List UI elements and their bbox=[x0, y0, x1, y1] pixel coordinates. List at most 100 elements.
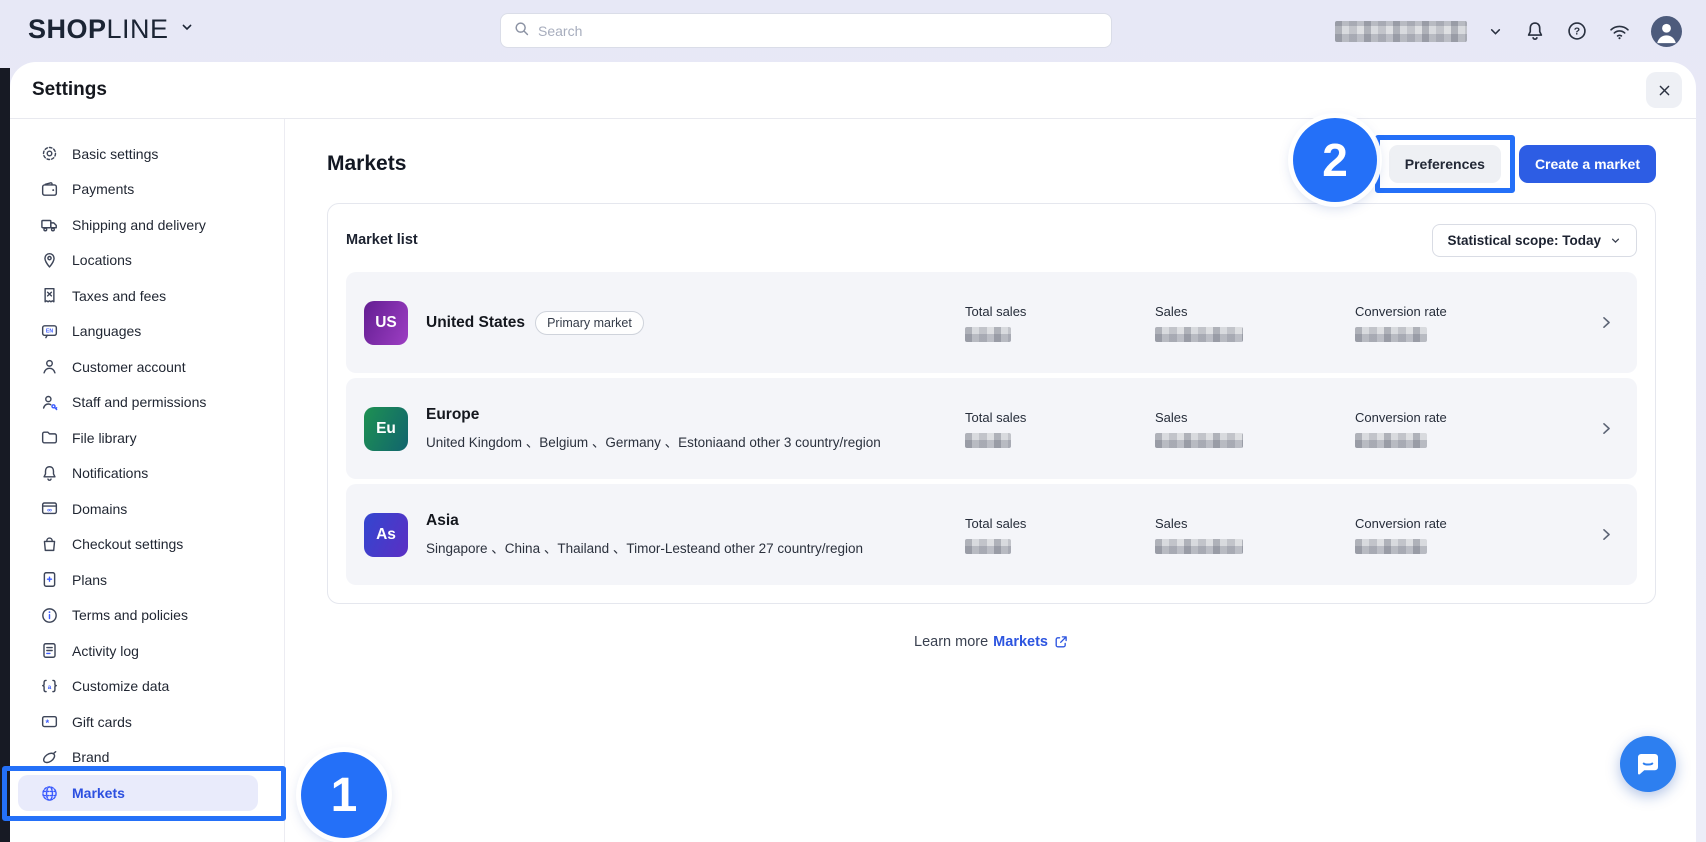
markets-content: Markets Preferences Create a market Mark… bbox=[285, 119, 1696, 842]
chat-launcher-button[interactable] bbox=[1620, 736, 1676, 792]
search-input[interactable] bbox=[538, 23, 1099, 39]
sidebar-item-checkout-settings[interactable]: Checkout settings bbox=[10, 527, 284, 563]
page-title: Settings bbox=[32, 79, 107, 101]
domain-icon: ∞ bbox=[40, 499, 59, 518]
markets-docs-link[interactable]: Markets bbox=[993, 634, 1069, 650]
receipt-icon bbox=[40, 286, 59, 305]
market-row-united-states[interactable]: US United States Primary market Total sales… bbox=[346, 272, 1637, 373]
sidebar-item-locations[interactable]: Locations bbox=[10, 243, 284, 279]
sidebar-item-label: Taxes and fees bbox=[72, 288, 166, 304]
stat-conversion-rate: Conversion rate bbox=[1355, 410, 1570, 448]
market-name: United States bbox=[426, 314, 525, 332]
sidebar-item-staff-and-permissions[interactable]: Staff and permissions bbox=[10, 385, 284, 421]
market-name: Asia bbox=[426, 512, 459, 530]
shopline-logo[interactable]: SHOPLINE bbox=[28, 14, 195, 45]
step-1-badge: 1 bbox=[301, 752, 387, 838]
account-chevron-down-icon[interactable] bbox=[1487, 23, 1504, 40]
sidebar-item-label: Activity log bbox=[72, 643, 139, 659]
step-2-badge: 2 bbox=[1293, 118, 1377, 202]
sidebar-item-terms-and-policies[interactable]: Terms and policies bbox=[10, 598, 284, 634]
sidebar-item-file-library[interactable]: File library bbox=[10, 420, 284, 456]
chevron-right-icon[interactable] bbox=[1598, 314, 1615, 331]
person-icon bbox=[40, 357, 59, 376]
sidebar-item-label: Customize data bbox=[72, 678, 169, 694]
market-code-badge: Eu bbox=[364, 407, 408, 451]
language-icon: EN bbox=[40, 322, 59, 341]
chat-bubble-icon bbox=[1633, 749, 1663, 779]
market-code-badge: US bbox=[364, 301, 408, 345]
pin-icon bbox=[40, 251, 59, 270]
stat-sales: Sales bbox=[1155, 516, 1355, 554]
close-button[interactable] bbox=[1646, 72, 1682, 108]
sidebar-item-label: Terms and policies bbox=[72, 607, 188, 623]
market-row-europe[interactable]: EuEuropeUnited Kingdom 、Belgium 、Germany… bbox=[346, 378, 1637, 479]
sidebar-item-label: Gift cards bbox=[72, 714, 132, 730]
gear-icon bbox=[40, 144, 59, 163]
external-link-icon bbox=[1053, 634, 1069, 650]
sidebar-item-label: Shipping and delivery bbox=[72, 217, 206, 233]
stat-value-blurred bbox=[965, 327, 1011, 342]
stat-value-blurred bbox=[1155, 433, 1243, 448]
sidebar-item-shipping-and-delivery[interactable]: Shipping and delivery bbox=[10, 207, 284, 243]
sidebar-item-taxes-and-fees[interactable]: Taxes and fees bbox=[10, 278, 284, 314]
sidebar-item-notifications[interactable]: Notifications bbox=[10, 456, 284, 492]
primary-market-tag: Primary market bbox=[535, 311, 644, 335]
staff-icon bbox=[40, 393, 59, 412]
sidebar-item-label: Locations bbox=[72, 252, 132, 268]
sidebar-item-customer-account[interactable]: Customer account bbox=[10, 349, 284, 385]
bell-icon[interactable] bbox=[1524, 20, 1546, 42]
folder-icon bbox=[40, 428, 59, 447]
sidebar-item-label: Brand bbox=[72, 749, 109, 765]
chevron-right-icon[interactable] bbox=[1598, 526, 1615, 543]
market-list-title: Market list bbox=[346, 232, 418, 248]
sidebar-item-languages[interactable]: EN Languages bbox=[10, 314, 284, 350]
market-countries: Singapore 、China 、Thailand 、Timor-Lestea… bbox=[426, 537, 965, 557]
chevron-down-icon bbox=[179, 19, 195, 40]
sidebar-item-markets[interactable]: Markets bbox=[18, 775, 258, 811]
wallet-icon bbox=[40, 180, 59, 199]
sidebar-item-label: Languages bbox=[72, 323, 141, 339]
wifi-icon[interactable] bbox=[1608, 20, 1631, 43]
svg-text:?: ? bbox=[1574, 27, 1580, 38]
chevron-down-icon bbox=[1609, 234, 1622, 247]
sidebar-item-brand[interactable]: Brand bbox=[10, 740, 284, 776]
sidebar-item-payments[interactable]: Payments bbox=[10, 172, 284, 208]
statistical-scope-dropdown[interactable]: Statistical scope: Today bbox=[1432, 224, 1637, 257]
settings-header: Settings bbox=[10, 62, 1696, 119]
sidebar-item-basic-settings[interactable]: Basic settings bbox=[10, 136, 284, 172]
learn-more-line: Learn moreMarkets bbox=[327, 634, 1656, 650]
sidebar-item-label: Notifications bbox=[72, 465, 148, 481]
svg-text:∞: ∞ bbox=[47, 507, 52, 514]
top-right-cluster: ? bbox=[1335, 0, 1682, 62]
shopline-logo-text: SHOPLINE bbox=[28, 14, 169, 45]
stat-sales: Sales bbox=[1155, 410, 1355, 448]
sidebar-item-gift-cards[interactable]: *Gift cards bbox=[10, 704, 284, 740]
stat-total-sales: Total sales bbox=[965, 516, 1155, 554]
info-icon bbox=[40, 606, 59, 625]
chevron-right-icon[interactable] bbox=[1598, 420, 1615, 437]
sidebar-item-activity-log[interactable]: Activity log bbox=[10, 633, 284, 669]
stat-total-sales: Total sales bbox=[965, 304, 1155, 342]
preferences-button[interactable]: Preferences bbox=[1389, 145, 1501, 183]
svg-text:EN: EN bbox=[46, 328, 53, 334]
sidebar-item-customize-data[interactable]: a Customize data bbox=[10, 669, 284, 705]
stat-value-blurred bbox=[965, 433, 1011, 448]
avatar[interactable] bbox=[1651, 16, 1682, 47]
global-search[interactable] bbox=[500, 13, 1112, 48]
market-rows: US United States Primary market Total sales… bbox=[346, 272, 1637, 585]
market-row-asia[interactable]: As Asia Singapore 、China 、Thailand 、Timor-… bbox=[346, 484, 1637, 585]
create-market-button[interactable]: Create a market bbox=[1519, 145, 1656, 183]
stat-total-sales: Total sales bbox=[965, 410, 1155, 448]
sidebar-item-plans[interactable]: Plans bbox=[10, 562, 284, 598]
account-name-blurred bbox=[1335, 21, 1467, 42]
braces-icon: a bbox=[40, 677, 59, 696]
sidebar-item-domains[interactable]: ∞Domains bbox=[10, 491, 284, 527]
stat-sales: Sales bbox=[1155, 304, 1355, 342]
sidebar-item-label: File library bbox=[72, 430, 137, 446]
sidebar-item-label: Markets bbox=[72, 785, 125, 801]
underlying-page-edge bbox=[0, 68, 10, 842]
help-icon[interactable]: ? bbox=[1566, 20, 1588, 42]
market-code-badge: As bbox=[364, 513, 408, 557]
svg-text:a: a bbox=[48, 684, 52, 691]
market-list-card: Market list Statistical scope: Today USU… bbox=[327, 203, 1656, 604]
